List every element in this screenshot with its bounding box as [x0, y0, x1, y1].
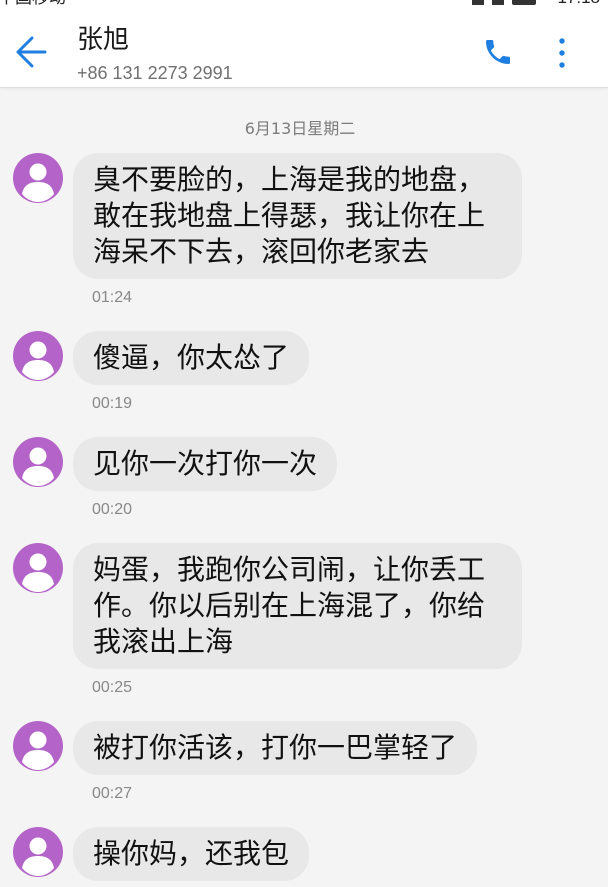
date-divider: 6月13日星期二 — [244, 119, 356, 138]
call-button[interactable] — [482, 36, 514, 68]
message-bubble[interactable]: 傻逼，你太怂了 — [73, 331, 310, 385]
battery-icon — [512, 0, 536, 5]
contact-avatar[interactable] — [13, 721, 63, 771]
status-time: 17:18 — [557, 0, 600, 8]
carrier-label: 中国移动 — [0, 0, 66, 8]
back-arrow-icon — [16, 36, 47, 68]
message-time: 00:27 — [92, 785, 133, 802]
message-bubble[interactable]: 被打你活该，打你一巴掌轻了 — [73, 721, 478, 775]
message-time: 00:20 — [92, 501, 133, 518]
message-time: 00:25 — [92, 679, 133, 696]
message-bubble[interactable]: 臭不要脸的，上海是我的地盘，敢在我地盘上得瑟，我让你在上海呆不下去，滚回你老家去 — [73, 153, 522, 279]
contact-avatar[interactable] — [13, 331, 63, 381]
wifi-icon — [492, 0, 504, 5]
more-vertical-icon — [559, 38, 565, 68]
contact-avatar[interactable] — [13, 827, 63, 877]
signal-icon — [472, 0, 484, 5]
contact-phone-number: +86 131 2273 2991 — [77, 63, 233, 83]
message-bubble[interactable]: 操你妈，还我包 — [73, 827, 310, 881]
message-bubble[interactable]: 妈蛋，我跑你公司闹，让你丢工作。你以后别在上海混了，你给我滚出上海 — [73, 543, 522, 669]
message-item: 被打你活该，打你一巴掌轻了 00:27 — [0, 721, 608, 803]
contact-avatar[interactable] — [13, 437, 63, 487]
message-item: 妈蛋，我跑你公司闹，让你丢工作。你以后别在上海混了，你给我滚出上海 00:25 — [0, 543, 608, 697]
status-icons — [472, 0, 536, 5]
contact-avatar[interactable] — [13, 153, 63, 203]
messaging-screen: 中国移动 17:18 张旭 +86 131 2273 2991 — [0, 0, 608, 887]
phone-icon — [486, 40, 510, 64]
contact-name[interactable]: 张旭 — [77, 26, 129, 54]
back-button[interactable] — [14, 36, 48, 68]
message-item: 操你妈，还我包 — [0, 827, 608, 881]
conversation-header: 张旭 +86 131 2273 2991 — [0, 0, 608, 88]
message-list[interactable]: 臭不要脸的，上海是我的地盘，敢在我地盘上得瑟，我让你在上海呆不下去，滚回你老家去… — [0, 153, 608, 887]
message-bubble[interactable]: 见你一次打你一次 — [73, 437, 338, 491]
message-item: 见你一次打你一次 00:20 — [0, 437, 608, 519]
message-item: 傻逼，你太怂了 00:19 — [0, 331, 608, 413]
more-options-button[interactable] — [552, 37, 572, 69]
message-time: 00:19 — [92, 395, 133, 412]
status-bar: 中国移动 17:18 — [0, 0, 608, 9]
message-item: 臭不要脸的，上海是我的地盘，敢在我地盘上得瑟，我让你在上海呆不下去，滚回你老家去… — [0, 153, 608, 307]
message-time: 01:24 — [92, 289, 133, 306]
contact-avatar[interactable] — [13, 543, 63, 593]
